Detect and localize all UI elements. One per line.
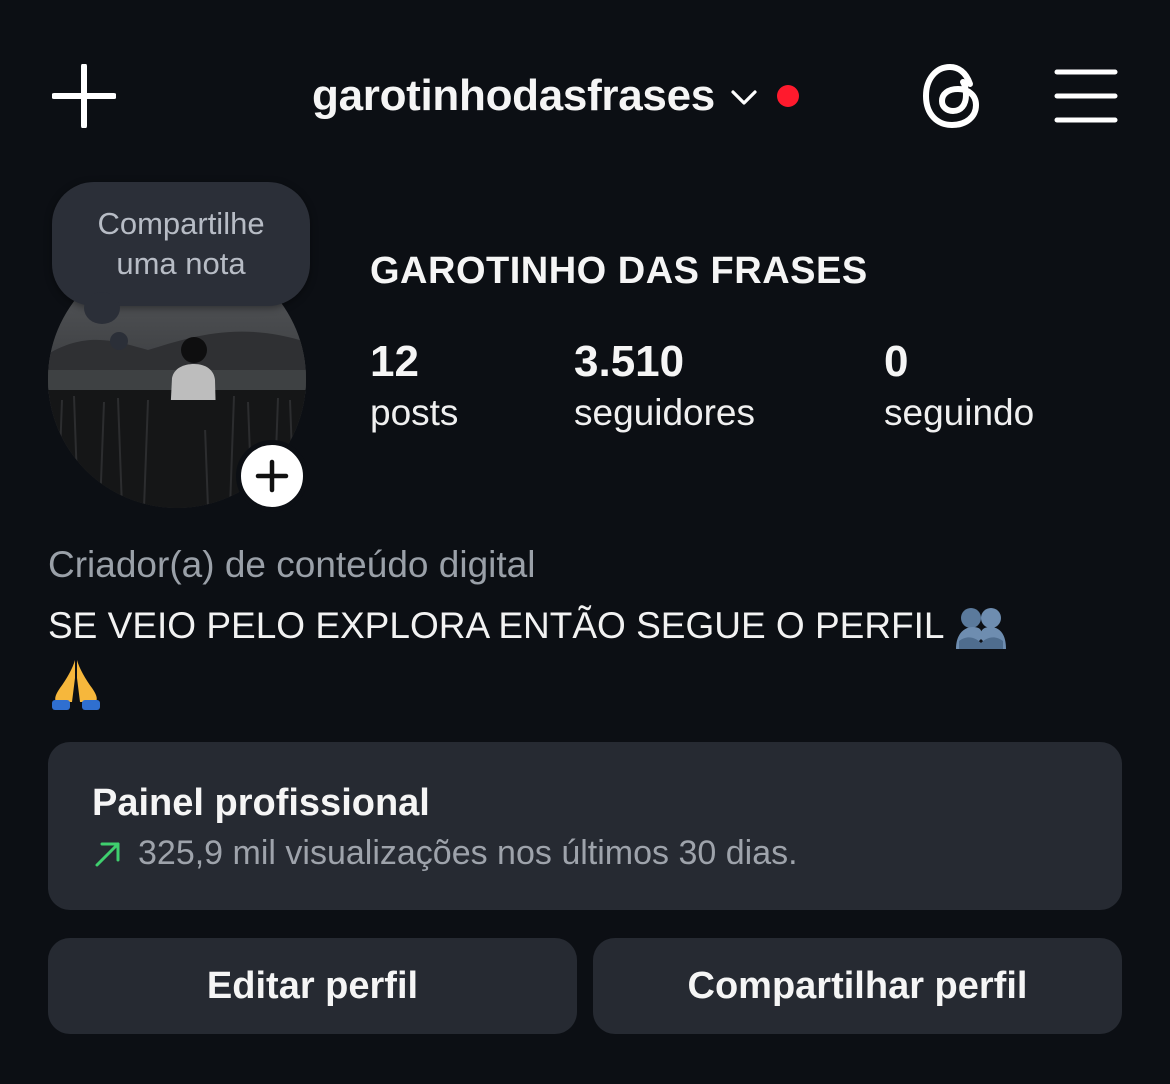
professional-dashboard[interactable]: Painel profissional 325,9 mil visualizaç…: [48, 742, 1122, 910]
notification-dot: [776, 85, 799, 107]
plus-icon: [51, 63, 117, 129]
account-switcher[interactable]: garotinhodasfrases: [312, 66, 799, 126]
create-button[interactable]: [51, 63, 117, 129]
profile-category: Criador(a) de conteúdo digital: [48, 544, 536, 585]
share-note-bubble[interactable]: Compartilhe uma nota: [52, 182, 310, 306]
stat-posts-value: 12: [370, 337, 419, 386]
stat-following-value: 0: [884, 337, 909, 386]
stat-following[interactable]: 0 seguindo: [884, 336, 1034, 438]
stat-followers[interactable]: 3.510 seguidores: [574, 336, 755, 438]
note-text-line2: uma nota: [116, 246, 246, 281]
edit-profile-label: Editar perfil: [206, 964, 419, 1007]
professional-dashboard-title: Painel profissional: [92, 782, 430, 824]
edit-profile-button[interactable]: Editar perfil: [48, 938, 577, 1034]
note-bubble-tail-dot: [110, 332, 128, 350]
bio-text: SE VEIO PELO EXPLORA ENTÃO SEGUE O PERFI…: [48, 598, 1128, 711]
folded-hands-emoji: [52, 660, 100, 711]
share-profile-button[interactable]: Compartilhar perfil: [593, 938, 1122, 1034]
trend-up-arrow-icon: [95, 842, 120, 866]
stat-posts-label: posts: [370, 392, 459, 433]
threads-button[interactable]: [920, 62, 986, 130]
username: garotinhodasfrases: [312, 71, 715, 120]
bio-text-body: SE VEIO PELO EXPLORA ENTÃO SEGUE O PERFI…: [48, 605, 944, 646]
top-bar: garotinhodasfrases: [0, 0, 1170, 190]
chevron-down-icon: [731, 90, 757, 105]
professional-dashboard-views: 325,9 mil visualizações nos últimos 30 d…: [138, 834, 798, 872]
stat-followers-label: seguidores: [574, 392, 756, 433]
threads-icon: [923, 64, 979, 128]
share-profile-label: Compartilhar perfil: [687, 964, 1028, 1007]
people-hugging-emoji: [956, 608, 1007, 650]
menu-button[interactable]: [1054, 68, 1118, 124]
plus-icon: [255, 459, 289, 493]
display-name: GAROTINHO DAS FRASES: [370, 250, 868, 292]
stat-followers-value: 3.510: [574, 337, 685, 386]
note-text-line1: Compartilhe: [97, 206, 265, 241]
stat-following-label: seguindo: [884, 392, 1035, 433]
professional-dashboard-stats: 325,9 mil visualizações nos últimos 30 d…: [92, 834, 798, 873]
hamburger-menu-icon: [1054, 69, 1118, 123]
note-bubble-tail: [84, 292, 120, 324]
add-story-button[interactable]: [236, 440, 308, 512]
profile-page: garotinhodasfrases Compartilhe uma nota …: [0, 0, 1170, 1084]
stat-posts[interactable]: 12 posts: [370, 336, 458, 438]
